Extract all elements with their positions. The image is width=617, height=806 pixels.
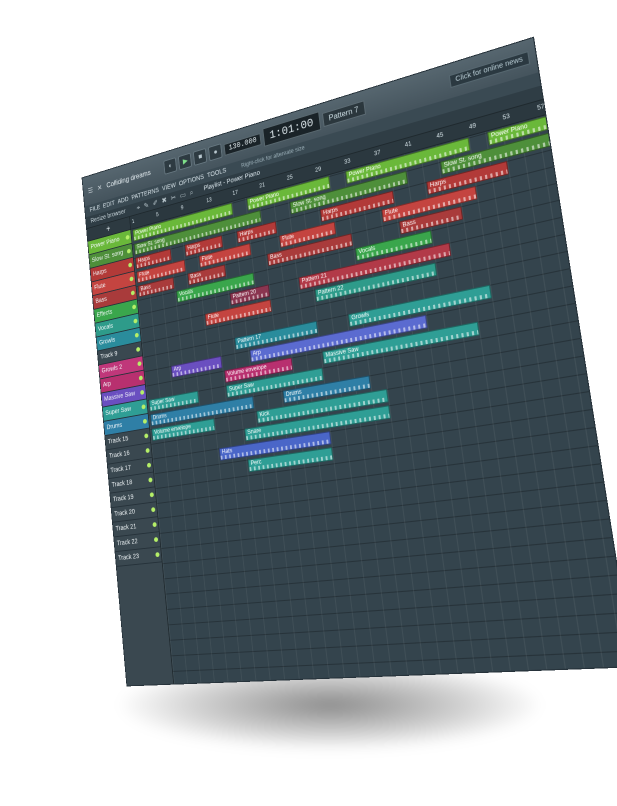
track-name: Track 22 bbox=[116, 538, 138, 548]
record-icon[interactable]: ● bbox=[208, 143, 223, 162]
menu-file[interactable]: FILE bbox=[89, 205, 100, 214]
track-mute-led[interactable] bbox=[146, 462, 152, 468]
delete-icon[interactable]: ✖ bbox=[161, 196, 167, 205]
perspective-stage: ☰ ✕ Colliding dreams ◐ ▶ ■ ● 130.000 1:0… bbox=[0, 0, 617, 806]
track-mute-led[interactable] bbox=[140, 389, 145, 396]
track-mute-led[interactable] bbox=[141, 404, 146, 410]
playlist-clip[interactable]: Arp bbox=[170, 355, 223, 378]
track-name: Flute bbox=[94, 282, 106, 292]
track-name: Harps bbox=[92, 268, 107, 278]
track-mute-led[interactable] bbox=[148, 477, 153, 483]
track-name: Track 16 bbox=[108, 450, 130, 460]
track-name: Track 19 bbox=[112, 494, 134, 504]
track-mute-led[interactable] bbox=[145, 447, 150, 454]
track-mute-led[interactable] bbox=[155, 552, 160, 558]
clip-notes-preview bbox=[249, 455, 333, 472]
track-mute-led[interactable] bbox=[134, 332, 139, 338]
brush-icon[interactable]: ✐ bbox=[152, 198, 158, 207]
track-mute-led[interactable] bbox=[138, 375, 143, 381]
track-mute-led[interactable] bbox=[128, 262, 133, 268]
track-mute-led[interactable] bbox=[142, 418, 148, 424]
track-mute-led[interactable] bbox=[133, 318, 138, 324]
slice-icon[interactable]: ✂ bbox=[170, 193, 176, 202]
snap-icon[interactable]: ⌖ bbox=[136, 203, 140, 213]
track-name: Track 18 bbox=[111, 479, 133, 489]
track-mute-led[interactable] bbox=[137, 361, 142, 367]
track-name: Vocals bbox=[97, 323, 114, 333]
pattern-selector[interactable]: Pattern 7 bbox=[321, 99, 366, 127]
pattern-song-toggle[interactable]: ◐ bbox=[163, 157, 178, 175]
track-name: Track 20 bbox=[114, 508, 136, 518]
track-name: Effects bbox=[96, 309, 113, 319]
close-icon[interactable]: ✕ bbox=[97, 183, 103, 192]
track-mute-led[interactable] bbox=[149, 492, 154, 498]
track-mute-led[interactable] bbox=[136, 346, 141, 353]
pencil-icon[interactable]: ✎ bbox=[143, 201, 149, 210]
track-mute-led[interactable] bbox=[132, 304, 137, 310]
tempo-display[interactable]: 130.000 bbox=[223, 132, 262, 156]
track-name: Track 21 bbox=[115, 523, 137, 533]
song-title: Colliding dreams bbox=[106, 168, 151, 190]
track-name: Bass bbox=[95, 296, 108, 306]
track-name: Track 15 bbox=[107, 435, 129, 446]
menu-add[interactable]: ADD bbox=[117, 196, 128, 205]
track-name: Growls bbox=[98, 336, 116, 347]
track-mute-led[interactable] bbox=[153, 537, 159, 543]
track-name: Growls 2 bbox=[101, 364, 123, 375]
track-name: Track 9 bbox=[100, 350, 118, 361]
track-mute-led[interactable] bbox=[129, 276, 134, 282]
track-mute-led[interactable] bbox=[152, 522, 157, 528]
track-mute-led[interactable] bbox=[151, 507, 156, 513]
track-mute-led[interactable] bbox=[144, 433, 149, 439]
track-mute-led[interactable] bbox=[126, 248, 131, 254]
track-name: Arp bbox=[102, 380, 112, 389]
ruler-tick: 61 bbox=[570, 100, 609, 107]
play-icon[interactable]: ▶ bbox=[178, 152, 193, 171]
window-menu-icon[interactable]: ☰ bbox=[88, 186, 94, 195]
daw-window: ☰ ✕ Colliding dreams ◐ ▶ ■ ● 130.000 1:0… bbox=[82, 37, 617, 686]
stop-icon[interactable]: ■ bbox=[193, 147, 208, 166]
track-mute-led[interactable] bbox=[130, 290, 135, 296]
track-name: Track 17 bbox=[110, 464, 132, 475]
select-icon[interactable]: ▭ bbox=[179, 190, 186, 200]
track-name: Track 23 bbox=[118, 553, 140, 563]
track-mute-led[interactable] bbox=[125, 234, 130, 241]
ruler-tick: 57 bbox=[536, 103, 546, 113]
track-name: Drums bbox=[106, 422, 123, 432]
zoom-icon[interactable]: ⌕ bbox=[189, 188, 193, 198]
track-name: Massive Saw bbox=[103, 390, 136, 403]
track-name: Super Saw bbox=[105, 405, 132, 417]
